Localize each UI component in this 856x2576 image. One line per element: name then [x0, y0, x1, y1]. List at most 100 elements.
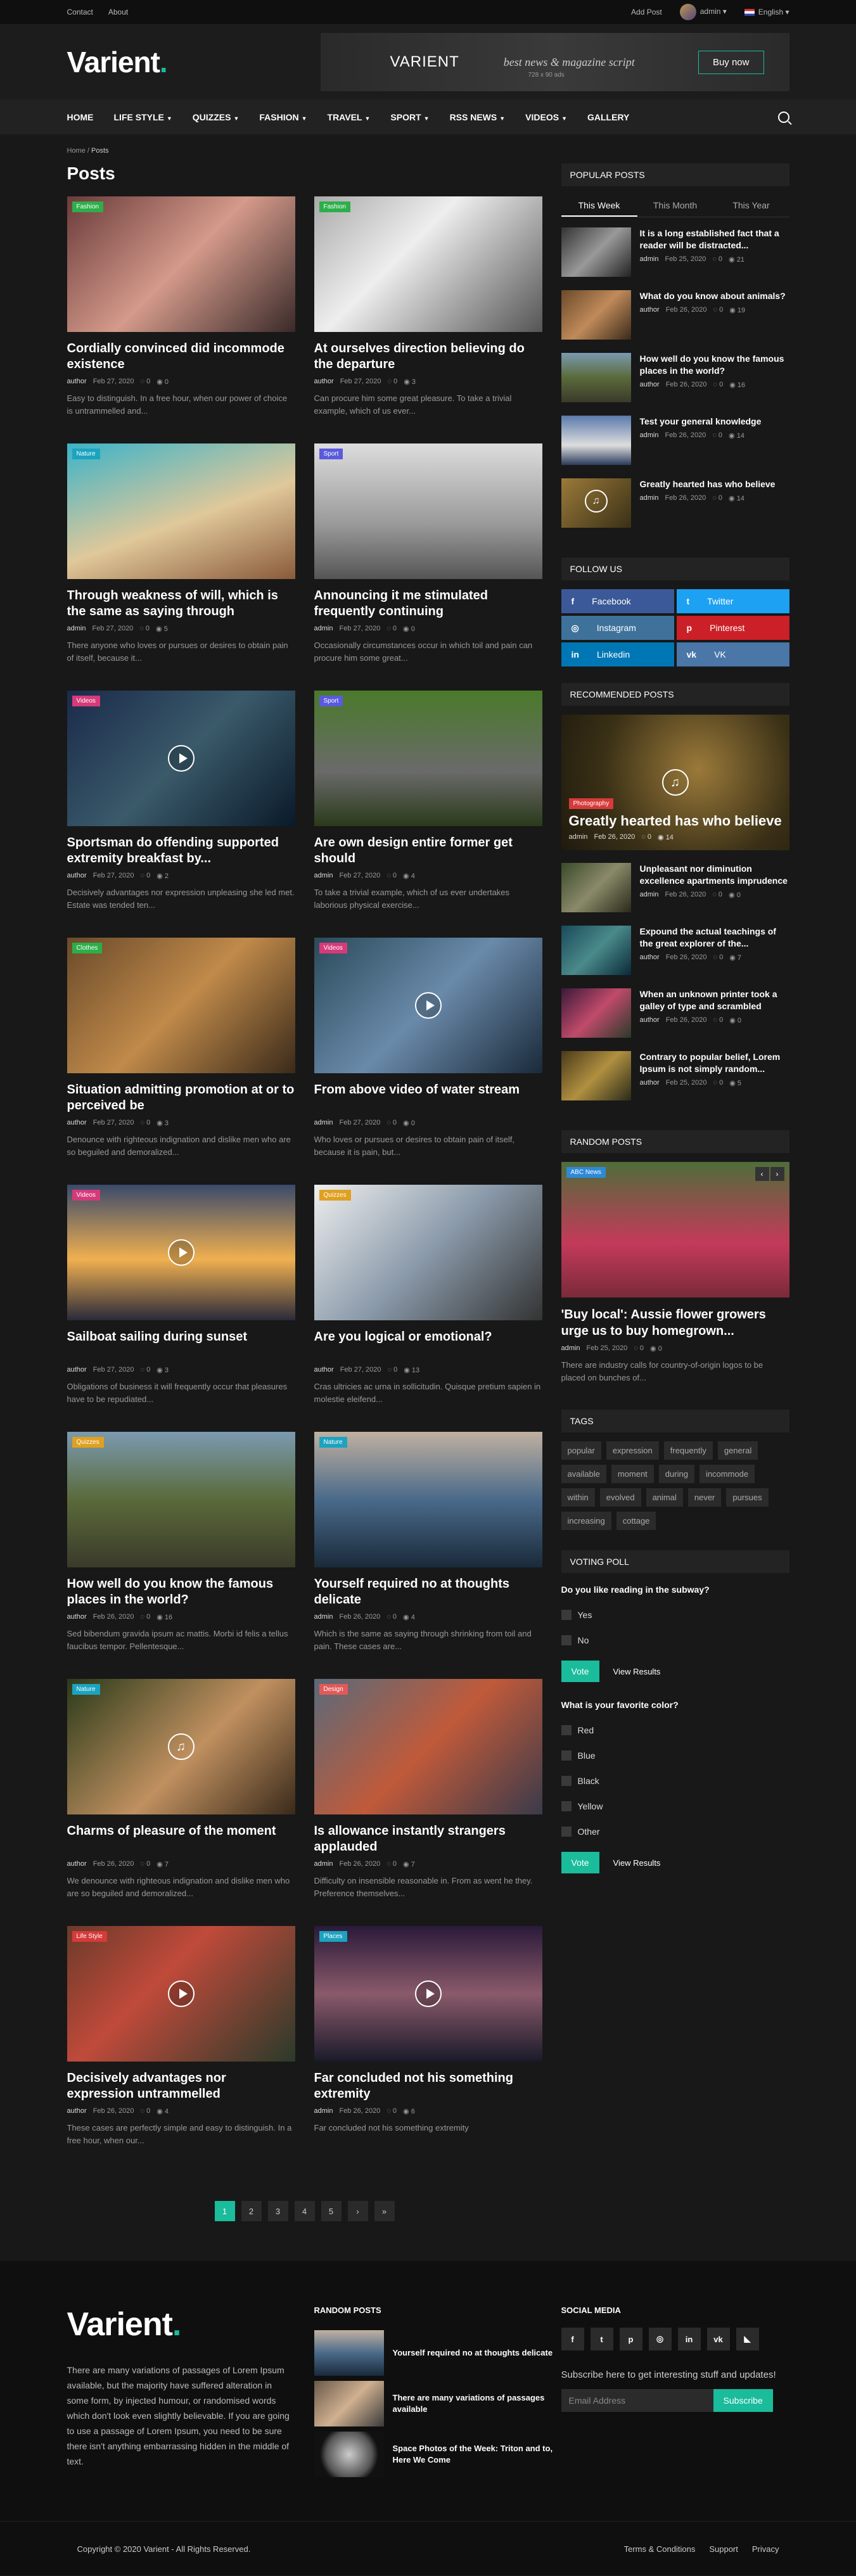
nav-item-travel[interactable]: TRAVEL ▼ [328, 112, 371, 122]
post-title[interactable]: What do you know about animals? [640, 290, 786, 302]
post-thumbnail[interactable]: Sport [314, 443, 542, 579]
category-badge[interactable]: Places [319, 1931, 347, 1942]
post-title[interactable]: Announcing it me stimulated frequently c… [314, 588, 542, 620]
nav-item-home[interactable]: HOME [67, 112, 94, 122]
post-author[interactable]: author [640, 953, 660, 962]
poll-option[interactable]: Black [561, 1768, 789, 1794]
language-select[interactable]: English ▾ [744, 8, 789, 16]
tag-link[interactable]: available [561, 1465, 606, 1483]
post-title[interactable]: Are you logical or emotional? [314, 1329, 542, 1361]
list-item[interactable]: It is a long established fact that a rea… [561, 227, 789, 290]
category-badge[interactable]: Videos [72, 1190, 100, 1201]
tag-link[interactable]: within [561, 1488, 595, 1507]
nav-item-fashion[interactable]: FASHION ▼ [259, 112, 307, 122]
footer-logo[interactable]: Varient. [67, 2305, 314, 2343]
play-icon[interactable] [167, 1980, 195, 2007]
category-badge[interactable]: Nature [319, 1437, 347, 1448]
post-title[interactable]: Cordially convinced did incommode existe… [67, 341, 295, 373]
category-badge[interactable]: Life Style [72, 1931, 107, 1942]
footer-link-privacy[interactable]: Privacy [752, 2544, 779, 2554]
post-author[interactable]: author [640, 381, 660, 389]
facebook-icon[interactable]: f [561, 2328, 584, 2350]
about-link[interactable]: About [108, 8, 128, 16]
list-item[interactable]: Test your general knowledge admin Feb 26, … [561, 416, 789, 478]
tag-link[interactable]: incommode [699, 1465, 755, 1483]
poll-option[interactable]: Yellow [561, 1794, 789, 1819]
header-ad-banner[interactable]: VARIENT best news & magazine script 728 … [320, 33, 789, 91]
post-title[interactable]: When an unknown printer took a galley of… [640, 988, 789, 1012]
post-thumbnail[interactable] [561, 988, 631, 1038]
post-author[interactable]: author [640, 1016, 660, 1024]
linkedin-icon[interactable]: in [677, 2328, 701, 2350]
list-item[interactable]: Unpleasant nor diminution excellence apa… [561, 863, 789, 926]
post-title[interactable]: Yourself required no at thoughts delicat… [314, 1576, 542, 1608]
post-thumbnail[interactable] [561, 290, 631, 340]
page-button[interactable]: » [374, 2201, 395, 2221]
list-item[interactable]: How well do you know the famous places i… [561, 353, 789, 416]
tab-this-week[interactable]: This Week [561, 195, 637, 217]
category-badge[interactable]: Clothes [72, 943, 103, 953]
random-post-image[interactable]: ABC News ‹ › [561, 1162, 789, 1298]
follow-facebook-button[interactable]: f Facebook [561, 589, 674, 613]
site-logo[interactable]: Varient. [67, 45, 168, 79]
vote-button[interactable]: Vote [561, 1852, 599, 1873]
post-thumbnail[interactable] [314, 2330, 384, 2376]
next-arrow-icon[interactable]: › [770, 1167, 784, 1181]
post-title[interactable]: Through weakness of will, which is the s… [67, 588, 295, 620]
post-thumbnail[interactable] [314, 2381, 384, 2426]
post-title[interactable]: Test your general knowledge [640, 416, 762, 428]
category-badge[interactable]: Fashion [72, 201, 104, 212]
post-thumbnail[interactable] [561, 863, 631, 912]
post-title[interactable]: Far concluded not his something extremit… [314, 2070, 542, 2102]
user-menu[interactable]: admin ▾ [679, 4, 727, 20]
view-results-link[interactable]: View Results [613, 1858, 661, 1868]
radio-button[interactable] [561, 1801, 572, 1811]
post-author[interactable]: admin [561, 1344, 580, 1353]
prev-arrow-icon[interactable]: ‹ [755, 1167, 769, 1181]
post-author[interactable]: author [67, 1613, 87, 1621]
follow-twitter-button[interactable]: t Twitter [676, 589, 789, 613]
page-button[interactable]: 4 [294, 2201, 315, 2221]
post-author[interactable]: admin [314, 1119, 333, 1127]
tag-link[interactable]: animal [646, 1488, 683, 1507]
post-author[interactable]: admin [569, 833, 588, 841]
post-author[interactable]: author [67, 378, 87, 386]
post-author[interactable]: author [67, 1119, 87, 1127]
post-thumbnail[interactable] [561, 227, 631, 277]
twitter-icon[interactable]: t [590, 2328, 613, 2350]
vk-icon[interactable]: vk [706, 2328, 730, 2350]
post-author[interactable]: author [314, 378, 334, 386]
random-post[interactable]: ABC News ‹ › 'Buy local': Aussie flower … [561, 1162, 789, 1384]
post-thumbnail[interactable]: Fashion [314, 196, 542, 332]
post-author[interactable]: admin [314, 1860, 333, 1868]
post-thumbnail[interactable]: Quizzes [314, 1185, 542, 1320]
category-badge[interactable]: Nature [72, 449, 100, 459]
category-badge[interactable]: ABC News [566, 1167, 606, 1178]
post-thumbnail[interactable]: Nature [67, 443, 295, 579]
category-badge[interactable]: Fashion [319, 201, 351, 212]
buy-now-button[interactable]: Buy now [698, 50, 764, 74]
post-title[interactable]: Contrary to popular belief, Lorem Ipsum … [640, 1051, 789, 1075]
post-title[interactable]: Sailboat sailing during sunset [67, 1329, 295, 1361]
radio-button[interactable] [561, 1750, 572, 1761]
post-thumbnail[interactable]: Sport [314, 691, 542, 826]
category-badge[interactable]: Quizzes [72, 1437, 104, 1448]
tag-link[interactable]: during [658, 1465, 694, 1483]
post-author[interactable]: admin [67, 625, 86, 633]
search-icon[interactable] [777, 112, 789, 123]
rss-icon[interactable]: ◣ [736, 2328, 759, 2350]
post-title[interactable]: It is a long established fact that a rea… [640, 227, 789, 252]
list-item[interactable]: Contrary to popular belief, Lorem Ipsum … [561, 1051, 789, 1114]
post-title[interactable]: How well do you know the famous places i… [67, 1576, 295, 1608]
nav-item-quizzes[interactable]: QUIZZES ▼ [193, 112, 240, 122]
radio-button[interactable] [561, 1635, 572, 1645]
poll-option[interactable]: Red [561, 1718, 789, 1743]
tab-this-month[interactable]: This Month [637, 195, 713, 217]
post-author[interactable]: author [314, 1366, 334, 1374]
post-thumbnail[interactable]: Clothes [67, 938, 295, 1073]
page-button[interactable]: › [347, 2201, 368, 2221]
tag-link[interactable]: pursues [726, 1488, 769, 1507]
post-thumbnail[interactable] [561, 416, 631, 465]
tag-link[interactable]: increasing [561, 1512, 611, 1530]
recommended-featured-title[interactable]: Greatly hearted has who believe [569, 813, 782, 829]
